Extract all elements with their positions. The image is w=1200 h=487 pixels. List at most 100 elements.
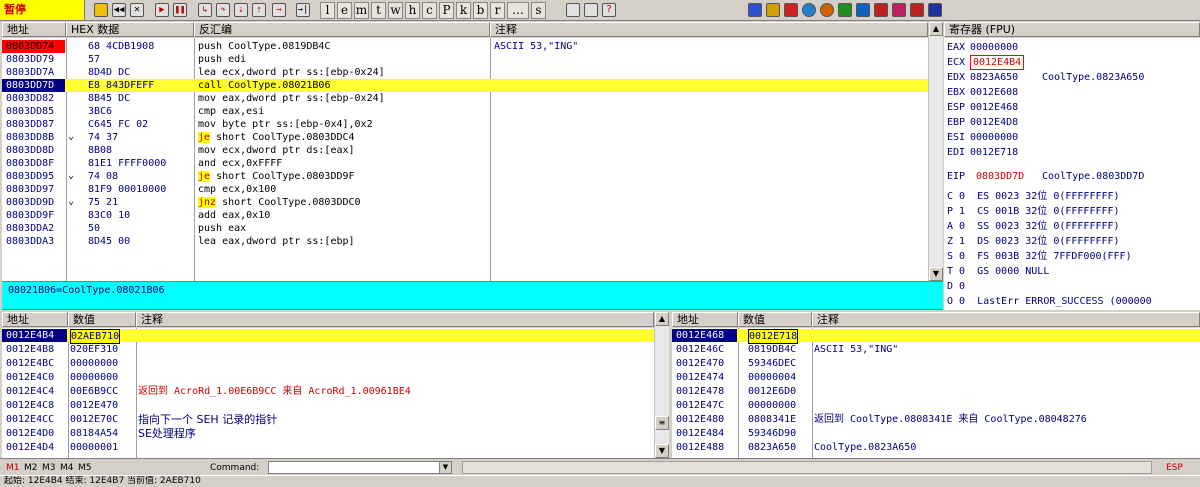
disasm-row[interactable]: 0803DD95 ⌄ 74 08 je short CoolType.0803DD9F [2,170,928,183]
register-row[interactable]: EBX 0012E608 [944,85,1200,98]
disasm-pane[interactable]: 0803DD74 68 4CDB1908 push CoolType.0819DB4… [2,38,928,281]
stack-row[interactable]: 0012E47C 00000000 [672,399,1200,412]
step-into-icon[interactable]: ↳ [198,3,212,17]
dump-row[interactable]: 0012E4D4 00000001 [2,441,654,454]
eip-row[interactable]: EIP 0803DD7D CoolType.0803DD7D [944,169,1200,182]
dump-row[interactable]: 0012E4B4 02AEB710 [2,329,654,344]
dump-pane[interactable]: 0012E4B4 02AEB710 0012E4B8 020EF310 0012E4BC… [2,328,654,458]
disasm-row[interactable]: 0803DD74 68 4CDB1908 push CoolType.0819DB4… [2,40,928,53]
plugin-icon-11[interactable] [928,3,942,17]
flag-row[interactable]: A 0 SS 0023 32位 0(FFFFFFFF) [947,220,1199,233]
toolbar-letter-p[interactable]: P [439,2,454,19]
register-value[interactable]: 0012E718 [970,146,1018,159]
stack-value[interactable]: 59346DEC [748,357,796,370]
stack-value[interactable]: 0808341E [748,413,796,426]
toolbar-letter-b[interactable]: b [473,2,488,19]
disasm-row[interactable]: 0803DD87 C645 FC 02 mov byte ptr ss:[ebp-0… [2,118,928,131]
plugin-icon-4[interactable] [802,3,816,17]
toolbar-letter-m[interactable]: m [354,2,369,19]
stack-row[interactable]: 0012E474 00000004 [672,371,1200,384]
plugin-icon-8[interactable] [874,3,888,17]
command-input[interactable]: ▼ [268,461,452,474]
disasm-header-comment[interactable]: 注释 [490,22,928,37]
stack-pane[interactable]: 0012E468 0012E718 0012E46C 0819DB4C ASCII 53… [672,328,1200,458]
dump-scrollbar[interactable]: ▲ ≡ ▼ [654,312,669,458]
dump-header-value[interactable]: 数值 [68,312,136,327]
dump-row[interactable]: 0012E4CC 0012E70C 指向下一个 SEH 记录的指针 [2,413,654,426]
marker-1[interactable]: M1 [6,462,20,474]
register-value[interactable]: 0012E4B4 [970,55,1025,70]
dump-row[interactable]: 0012E4C4 00E6B9CC 返回到 AcroRd_1.00E6B9CC 来自… [2,385,654,398]
flag-row[interactable]: C 0 ES 0023 32位 0(FFFFFFFF) [947,190,1199,203]
stack-row[interactable]: 0012E468 0012E718 [672,329,1200,344]
step-over-icon[interactable]: ↷ [216,3,230,17]
dump-header-comment[interactable]: 注释 [136,312,654,327]
stack-row[interactable]: 0012E478 0012E6D0 [672,385,1200,398]
dump-row[interactable]: 0012E4B8 020EF310 [2,343,654,356]
plugin-icon-9[interactable] [892,3,906,17]
registers-pane[interactable]: EAX 00000000 ECX 0012E4B4 EDX 0823A650 CoolTyp… [944,38,1200,310]
scroll-up-icon[interactable]: ▲ [929,22,943,36]
toolbar-letter-more[interactable]: ... [507,2,529,19]
flag-row[interactable]: Z 1 DS 0023 32位 0(FFFFFFFF) [947,235,1199,248]
toolbar-letter-r[interactable]: r [490,2,505,19]
disasm-row[interactable]: 0803DD7A 8D4D DC lea ecx,dword ptr ss:[ebp… [2,66,928,79]
execute-till-return-icon[interactable]: → [272,3,286,17]
dump-value[interactable]: 0012E470 [70,399,118,412]
disasm-row[interactable]: 0803DD79 57 push edi [2,53,928,66]
disasm-row[interactable]: 0803DD8F 81E1 FFFF0000 and ecx,0xFFFF [2,157,928,170]
stack-header-comment[interactable]: 注释 [812,312,1200,327]
disasm-row[interactable]: 0803DD9D ⌄ 75 21 jnz short CoolType.0803DDC… [2,196,928,209]
disasm-row[interactable]: 0803DDA3 8D45 00 lea eax,dword ptr ss:[ebp… [2,235,928,248]
register-value[interactable]: 0012E4D8 [970,116,1018,129]
open-icon[interactable] [94,3,108,17]
register-value[interactable]: 0012E468 [970,101,1018,114]
stack-value[interactable]: 0012E6D0 [748,385,796,398]
stack-row[interactable]: 0012E488 0823A650 CoolType.0823A650 [672,441,1200,454]
flag-row[interactable]: S 0 FS 003B 32位 7FFDF000(FFF) [947,250,1199,263]
register-value[interactable]: 00000000 [970,131,1018,144]
dump-row[interactable]: 0012E4BC 00000000 [2,357,654,370]
rewind-icon[interactable]: ◀◀ [112,3,126,17]
flag-row[interactable]: P 1 CS 001B 32位 0(FFFFFFFF) [947,205,1199,218]
flag-row[interactable]: T 0 GS 0000 NULL [947,265,1199,278]
marker-5[interactable]: M5 [78,462,92,474]
stack-value[interactable]: 00000000 [748,399,796,412]
help-icon[interactable]: ? [602,3,616,17]
list-icon[interactable] [566,3,580,17]
plugin-icon-1[interactable] [748,3,762,17]
dump-value[interactable]: 020EF310 [70,343,118,356]
register-row[interactable]: EAX 00000000 [944,40,1200,53]
disasm-header-asm[interactable]: 反汇编 [194,22,490,37]
run-icon[interactable]: ▶ [155,3,169,17]
register-value[interactable]: 0803DD7D [976,170,1024,183]
register-row[interactable]: EBP 0012E4D8 [944,115,1200,128]
disasm-header-addr[interactable]: 地址 [2,22,66,37]
dump-value[interactable]: 00000000 [70,357,118,370]
dump-row[interactable]: 0012E4C0 00000000 [2,371,654,384]
disasm-row[interactable]: 0803DDA2 50 push eax [2,222,928,235]
register-row[interactable]: EDX 0823A650 CoolType.0823A650 [944,70,1200,83]
disasm-row[interactable]: 0803DD8D 8B08 mov ecx,dword ptr ds:[eax] [2,144,928,157]
stack-value[interactable]: 0012E718 [748,329,799,344]
stack-row[interactable]: 0012E470 59346DEC [672,357,1200,370]
chevron-down-icon[interactable]: ▼ [439,462,451,473]
register-row[interactable]: EDI 0012E718 [944,145,1200,158]
toolbar-letter-l[interactable]: l [320,2,335,19]
disasm-scrollbar[interactable]: ▲ ▼ [928,22,943,281]
trace-over-icon[interactable]: ⇡ [252,3,266,17]
stack-value[interactable]: 00000004 [748,371,796,384]
plugin-icon-3[interactable] [784,3,798,17]
dump-header-addr[interactable]: 地址 [2,312,68,327]
stack-row[interactable]: 0012E46C 0819DB4C ASCII 53,"ING" [672,343,1200,356]
register-value[interactable]: 0823A650 [970,71,1018,84]
toolbar-letter-h[interactable]: h [405,2,420,19]
window-icon[interactable] [584,3,598,17]
marker-4[interactable]: M4 [60,462,74,474]
dump-value[interactable]: 00E6B9CC [70,385,118,398]
scroll-up-icon[interactable]: ▲ [655,312,669,326]
toolbar-letter-t[interactable]: t [371,2,386,19]
dump-row[interactable]: 0012E4C8 0012E470 [2,399,654,412]
register-value[interactable]: 00000000 [970,41,1018,54]
dump-value[interactable]: 0012E70C [70,413,118,426]
